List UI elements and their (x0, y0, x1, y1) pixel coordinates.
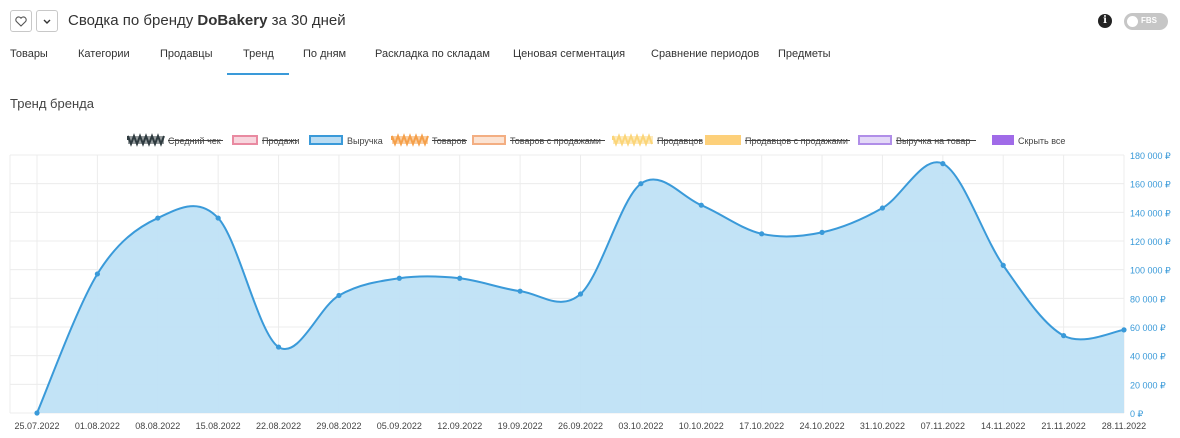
x-tick-label: 25.07.2022 (14, 421, 59, 431)
revenue-point (1121, 327, 1127, 333)
x-tick-label: 03.10.2022 (618, 421, 663, 431)
revenue-point (819, 229, 825, 235)
x-tick-label: 10.10.2022 (679, 421, 724, 431)
x-tick-label: 15.08.2022 (196, 421, 241, 431)
y-tick-label: 120 000 ₽ (1130, 237, 1171, 247)
x-tick-label: 08.08.2022 (135, 421, 180, 431)
revenue-point (1000, 262, 1006, 268)
y-tick-label: 140 000 ₽ (1130, 208, 1171, 218)
revenue-point (879, 205, 886, 211)
tab-0[interactable]: Товары (10, 48, 48, 60)
fbs-toggle[interactable]: FBS (1124, 13, 1168, 30)
info-icon[interactable]: i (1098, 14, 1112, 28)
x-tick-label: 07.11.2022 (921, 421, 965, 431)
legend-item[interactable]: Продавцов (612, 133, 703, 147)
brand-name: DoBakery (197, 12, 268, 29)
y-tick-label: 100 000 ₽ (1130, 266, 1171, 276)
y-tick-label: 60 000 ₽ (1130, 323, 1166, 333)
tab-bar: Товары Категории Продавцы Тренд По дням Раскл… (0, 48, 1180, 75)
revenue-point (457, 275, 463, 281)
x-tick-label: 14.11.2022 (981, 421, 1025, 431)
legend-label: Скрыть все (1018, 136, 1065, 146)
heart-icon (15, 15, 27, 27)
section-title: Тренд бренда (10, 96, 94, 111)
revenue-point (34, 410, 40, 416)
revenue-point (336, 292, 342, 299)
favorite-button[interactable] (10, 10, 32, 32)
legend-swatch (472, 135, 506, 145)
revenue-point (396, 275, 402, 281)
legend-item[interactable]: Выручка на товар (858, 135, 976, 146)
title-suffix: за 30 дней (267, 12, 346, 29)
legend-label: Выручка (347, 136, 383, 146)
active-tab-underline (227, 73, 289, 75)
tab-4[interactable]: По дням (303, 48, 346, 60)
tab-1[interactable]: Категории (78, 48, 130, 60)
x-tick-label: 22.08.2022 (256, 421, 301, 431)
tab-3[interactable]: Тренд (243, 48, 274, 60)
y-tick-label: 20 000 ₽ (1130, 380, 1166, 390)
dropdown-button[interactable] (36, 10, 58, 32)
legend-item[interactable]: Продажи (232, 135, 300, 146)
tab-2[interactable]: Продавцы (160, 48, 213, 60)
revenue-point (638, 181, 644, 187)
y-tick-label: 0 ₽ (1130, 409, 1144, 419)
legend-item[interactable]: Товаров с продажами (472, 135, 605, 146)
x-tick-label: 26.09.2022 (558, 421, 603, 431)
tab-7[interactable]: Сравнение периодов (651, 48, 759, 60)
legend-swatch (858, 135, 892, 145)
revenue-point (155, 215, 161, 221)
legend-swatch (309, 135, 343, 145)
tab-8[interactable]: Предметы (778, 48, 831, 60)
y-tick-label: 40 000 ₽ (1130, 352, 1166, 362)
y-tick-label: 180 000 ₽ (1130, 151, 1171, 161)
legend-item[interactable]: Скрыть все (992, 135, 1065, 146)
legend-item[interactable]: Выручка (309, 135, 383, 146)
y-tick-label: 160 000 ₽ (1130, 180, 1171, 190)
revenue-point (215, 215, 221, 221)
revenue-point (759, 231, 765, 237)
toggle-knob (1127, 16, 1138, 27)
revenue-point (1061, 333, 1067, 339)
legend-item[interactable]: Средний чек (127, 133, 223, 147)
revenue-point (94, 271, 100, 277)
legend-item[interactable]: Товаров (391, 133, 467, 147)
chevron-down-icon (43, 19, 51, 24)
y-tick-label: 80 000 ₽ (1130, 294, 1166, 304)
x-tick-label: 24.10.2022 (800, 421, 845, 431)
trend-chart: 0 ₽ 20 000 ₽ 40 000 ₽ 60 000 ₽ 80 000 ₽ 100 0… (9, 133, 1171, 431)
legend-item[interactable]: Продавцов с продажами (705, 135, 850, 146)
header-bar: Сводка по бренду DoBakery за 30 дней i F… (10, 10, 1168, 34)
fbs-label: FBS (1141, 16, 1157, 25)
x-tick-label: 01.08.2022 (75, 421, 120, 431)
revenue-point (517, 288, 523, 294)
x-tick-label: 28.11.2022 (1102, 421, 1146, 431)
revenue-point (275, 344, 282, 350)
x-tick-label: 05.09.2022 (377, 421, 422, 431)
x-tick-label: 19.09.2022 (498, 421, 543, 431)
tab-5[interactable]: Раскладка по складам (375, 48, 490, 60)
page-title: Сводка по бренду DoBakery за 30 дней (68, 12, 346, 29)
title-prefix: Сводка по бренду (68, 12, 198, 29)
revenue-point (940, 161, 946, 167)
tab-6[interactable]: Ценовая сегментация (513, 48, 625, 60)
x-tick-label: 17.10.2022 (739, 421, 784, 431)
x-tick-label: 21.11.2022 (1041, 421, 1085, 431)
x-tick-label: 12.09.2022 (437, 421, 482, 431)
revenue-point (577, 291, 584, 297)
x-tick-label: 31.10.2022 (860, 421, 905, 431)
revenue-point (698, 202, 704, 208)
legend-swatch (992, 135, 1014, 145)
x-tick-label: 29.08.2022 (316, 421, 361, 431)
legend-swatch (232, 135, 258, 145)
legend-swatch (705, 135, 741, 145)
